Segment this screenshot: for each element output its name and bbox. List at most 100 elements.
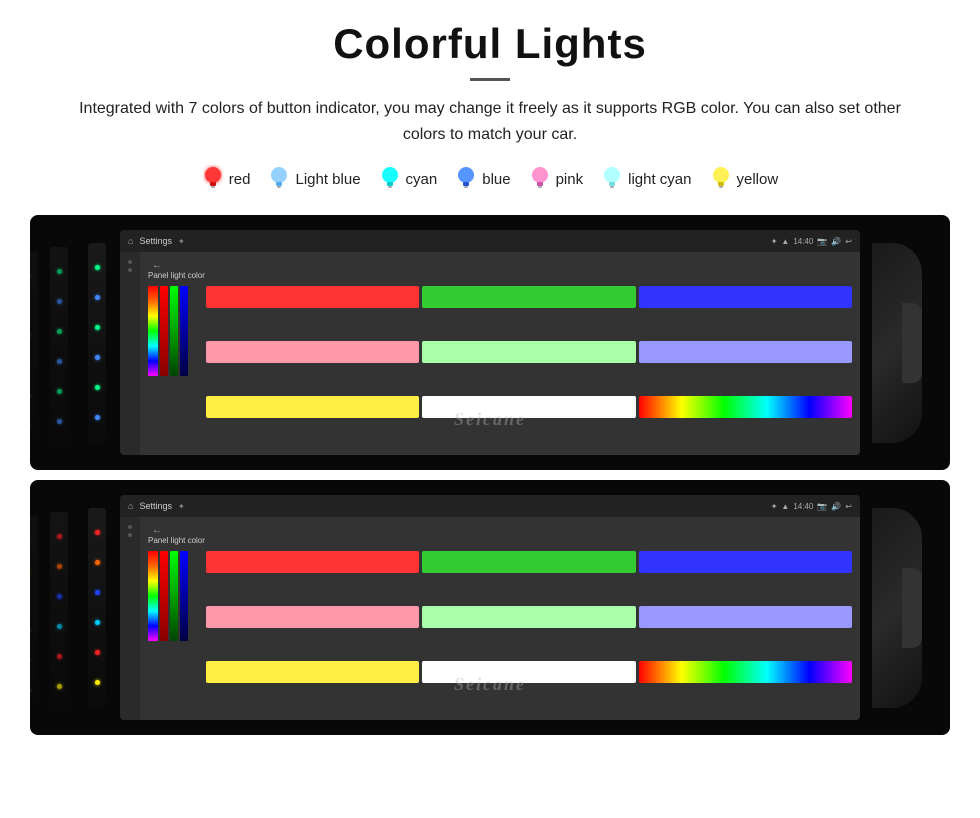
- screen-header-left-2: ⌂ Settings ✦: [128, 501, 185, 511]
- car-unit-1: ⌂ Settings ✦ ✦ ▲ 14:40 📷 🔊 ↩: [30, 215, 950, 470]
- panel-light-label-1: Panel light color: [148, 271, 852, 280]
- screen-header-right-2: ✦ ▲ 14:40 📷 🔊 ↩: [771, 502, 852, 511]
- screen-content-1: ← Panel light color: [120, 252, 860, 455]
- back-icon-2: ↩: [845, 502, 852, 511]
- back-arrow-1[interactable]: ←: [152, 260, 852, 271]
- bulb-icon-yellow: [710, 165, 732, 193]
- swatch-white-1[interactable]: [422, 396, 635, 418]
- wifi-icon-1: ▲: [781, 237, 789, 246]
- bt-icon-2: ✦: [771, 502, 778, 511]
- panel-strip-bg3-2: [30, 516, 38, 716]
- bar-rainbow-2: [148, 551, 158, 641]
- bar-red-1: [160, 286, 168, 376]
- panel-right-1: [870, 215, 950, 470]
- swatch-red-1[interactable]: [206, 286, 419, 308]
- panel-left-2: [30, 480, 110, 735]
- bar-red-2: [160, 551, 168, 641]
- screen-main-2: ← Panel light color: [140, 517, 860, 720]
- screen-header-2: ⌂ Settings ✦ ✦ ▲ 14:40 📷 🔊 ↩: [120, 495, 860, 517]
- panel-strip-bg2-2: [50, 512, 68, 712]
- color-label-yellow: yellow: [737, 171, 779, 188]
- swatch-blue-2[interactable]: [639, 551, 852, 573]
- stacked-panels-1: [48, 243, 106, 443]
- screen-sidebar-1: [120, 252, 140, 455]
- description-text: Integrated with 7 colors of button indic…: [60, 96, 920, 147]
- panel-strip-main-2: [88, 508, 106, 708]
- settings-text-1: Settings: [139, 236, 172, 246]
- color-swatches-2: [206, 551, 852, 712]
- swatch-yellow-2[interactable]: [206, 661, 419, 683]
- bulb-icon-blue: [455, 165, 477, 193]
- color-item-pink: pink: [529, 165, 584, 193]
- color-item-yellow: yellow: [710, 165, 779, 193]
- bulb-icon-cyan: [379, 165, 401, 193]
- swatch-lightgreen-2[interactable]: [422, 606, 635, 628]
- color-label-red: red: [229, 171, 251, 188]
- sidebar-dot-3: [128, 525, 132, 529]
- screen-header-1: ⌂ Settings ✦ ✦ ▲ 14:40 📷 🔊 ↩: [120, 230, 860, 252]
- swatch-rainbow-2[interactable]: [639, 661, 852, 683]
- sidebar-dot-4: [128, 533, 132, 537]
- swatch-red-2[interactable]: [206, 551, 419, 573]
- color-item-cyan: cyan: [379, 165, 438, 193]
- camera-icon-1: 📷: [817, 237, 827, 246]
- screen-header-left-1: ⌂ Settings ✦: [128, 236, 185, 246]
- swatch-white-2[interactable]: [422, 661, 635, 683]
- vol-icon-2: 🔊: [831, 502, 841, 511]
- color-label-lightblue: Light blue: [295, 171, 360, 188]
- title-divider: [470, 78, 510, 81]
- bulb-icon-pink: [529, 165, 551, 193]
- swatch-lightgreen-1[interactable]: [422, 341, 635, 363]
- screen-content-2: ← Panel light color: [120, 517, 860, 720]
- swatch-green-1[interactable]: [422, 286, 635, 308]
- bar-green-1: [170, 286, 178, 376]
- bar-green-2: [170, 551, 178, 641]
- right-trim-2: [872, 508, 922, 708]
- swatch-purple-1[interactable]: [639, 341, 852, 363]
- screen-sidebar-2: [120, 517, 140, 720]
- swatch-pink-2[interactable]: [206, 606, 419, 628]
- sidebar-dot-1: [128, 260, 132, 264]
- panel-strip-bg2: [50, 247, 68, 447]
- swatch-green-2[interactable]: [422, 551, 635, 573]
- color-label-lightcyan: light cyan: [628, 171, 691, 188]
- stacked-panels-2: [48, 508, 106, 708]
- swatch-purple-2[interactable]: [639, 606, 852, 628]
- home-icon-1: ⌂: [128, 236, 133, 246]
- color-bars-2: [148, 551, 198, 712]
- bulb-icon-lightblue: [268, 165, 290, 193]
- color-bars-1: [148, 286, 198, 447]
- swatch-blue-1[interactable]: [639, 286, 852, 308]
- color-label-blue: blue: [482, 171, 510, 188]
- panel-strip-main1: [88, 243, 106, 443]
- color-item-lightblue: Light blue: [268, 165, 360, 193]
- home-icon-2: ⌂: [128, 501, 133, 511]
- bulb-icon-lightcyan: [601, 165, 623, 193]
- color-swatches-1: [206, 286, 852, 447]
- screen-area-1: ⌂ Settings ✦ ✦ ▲ 14:40 📷 🔊 ↩: [120, 230, 860, 455]
- bar-rainbow-1: [148, 286, 158, 376]
- panel-strip-bg3: [30, 251, 38, 451]
- swatch-yellow-1[interactable]: [206, 396, 419, 418]
- settings-text-2: Settings: [139, 501, 172, 511]
- swatch-pink-1[interactable]: [206, 341, 419, 363]
- sidebar-dot-2: [128, 268, 132, 272]
- bulb-icon-red: [202, 165, 224, 193]
- camera-icon-2: 📷: [817, 502, 827, 511]
- color-item-blue: blue: [455, 165, 510, 193]
- title-section: Colorful Lights Integrated with 7 colors…: [30, 20, 950, 147]
- color-label-pink: pink: [556, 171, 584, 188]
- color-grid-area-1: [148, 286, 852, 447]
- settings-star-1: ✦: [178, 237, 185, 246]
- car-units-container: ⌂ Settings ✦ ✦ ▲ 14:40 📷 🔊 ↩: [30, 215, 950, 735]
- color-label-cyan: cyan: [406, 171, 438, 188]
- panel-light-label-2: Panel light color: [148, 536, 852, 545]
- page-title: Colorful Lights: [30, 20, 950, 68]
- time-2: 14:40: [793, 502, 813, 511]
- color-indicators: red Light blue cyan: [30, 165, 950, 193]
- swatch-rainbow-1[interactable]: [639, 396, 852, 418]
- color-item-red: red: [202, 165, 251, 193]
- back-arrow-2[interactable]: ←: [152, 525, 852, 536]
- screen-header-right-1: ✦ ▲ 14:40 📷 🔊 ↩: [771, 237, 852, 246]
- back-icon-1: ↩: [845, 237, 852, 246]
